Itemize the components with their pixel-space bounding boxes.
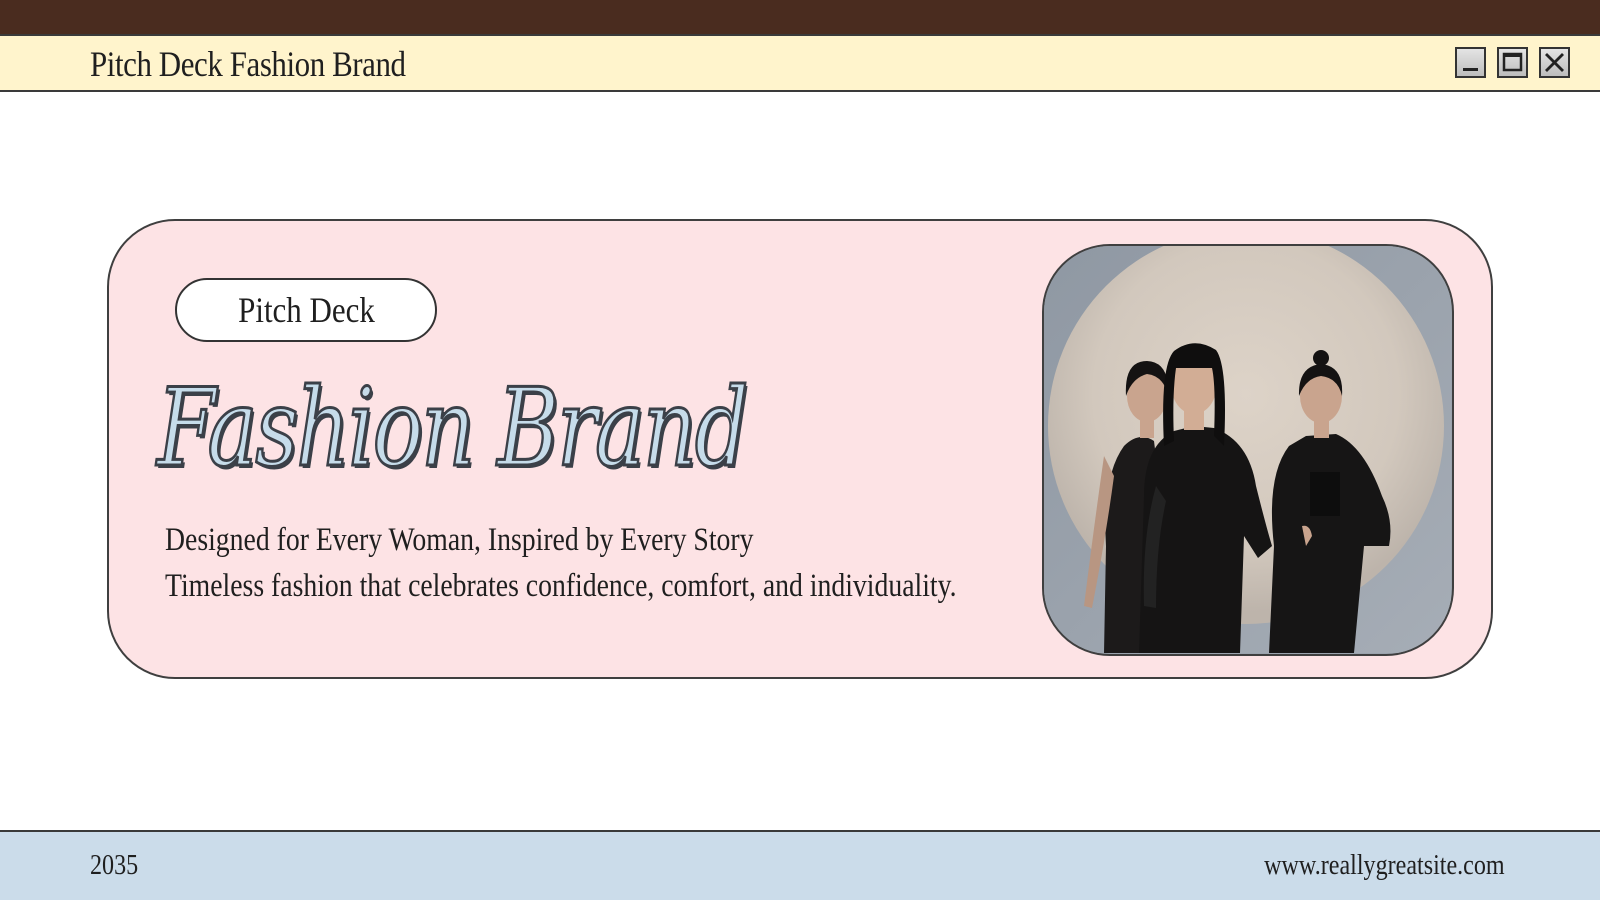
slide-window: Pitch Deck Fashion Brand Pitch Deck Fash… [0, 0, 1600, 900]
hero-card: Pitch Deck Fashion Brand Designed for Ev… [107, 219, 1493, 679]
window-title: Pitch Deck Fashion Brand [90, 44, 406, 84]
website-link[interactable]: www.reallygreatsite.com [1265, 848, 1505, 884]
top-decor-strip [0, 0, 1600, 34]
minimize-icon [1463, 68, 1478, 71]
pitch-deck-badge-label: Pitch Deck [237, 290, 375, 330]
models-photo-illustration [1044, 246, 1451, 653]
title-bar: Pitch Deck Fashion Brand [0, 34, 1600, 92]
close-button[interactable] [1539, 47, 1570, 78]
maximize-button[interactable] [1497, 47, 1528, 78]
close-icon [1545, 53, 1564, 72]
window-controls [1455, 47, 1570, 78]
description: Timeless fashion that celebrates confide… [165, 568, 957, 604]
minimize-button[interactable] [1455, 47, 1486, 78]
footer-bar: 2035 www.reallygreatsite.com [0, 830, 1600, 900]
brand-title: Fashion Brand [156, 365, 750, 493]
maximize-icon [1502, 52, 1523, 72]
pitch-deck-badge: Pitch Deck [175, 278, 437, 342]
tagline: Designed for Every Woman, Inspired by Ev… [165, 522, 754, 558]
footer-year: 2035 [90, 850, 139, 881]
models-photo [1042, 244, 1454, 656]
